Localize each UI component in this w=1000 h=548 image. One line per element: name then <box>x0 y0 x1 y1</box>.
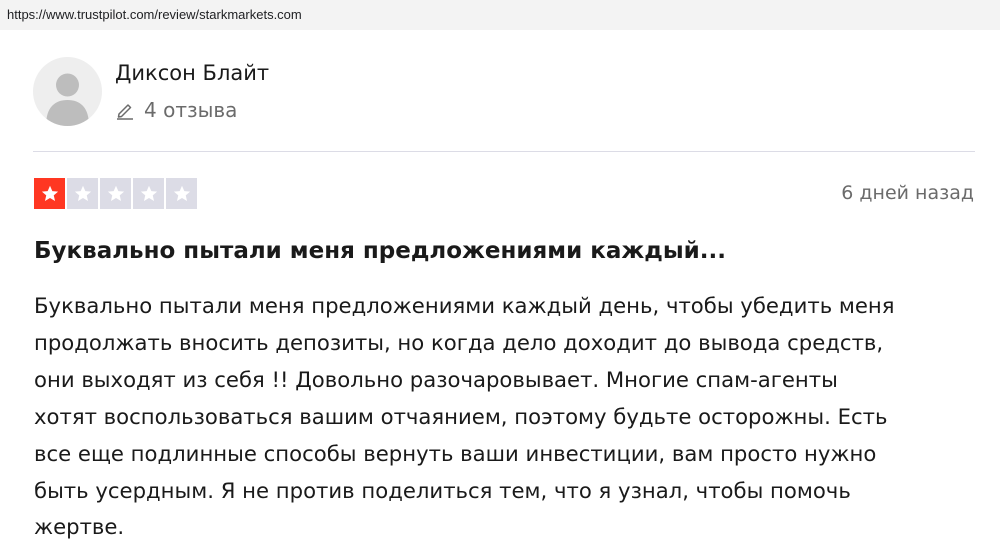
review-body-line: Буквально пытали меня предложениями кажд… <box>34 293 895 318</box>
review-body-line: все еще подлинные способы вернуть ваши и… <box>34 440 877 466</box>
star-icon <box>41 185 58 201</box>
review-body-line: они выходят из себя !! Довольно разочаро… <box>34 366 838 392</box>
url-text[interactable]: https://www.trustpilot.com/review/starkm… <box>7 7 302 22</box>
pencil-icon <box>115 100 135 120</box>
review-date: 6 дней назад <box>841 182 974 204</box>
star-empty <box>100 178 131 209</box>
divider <box>33 151 975 152</box>
star-empty <box>67 178 98 209</box>
reviewer-name[interactable]: Диксон Блайт <box>115 61 269 85</box>
star-icon <box>140 185 157 201</box>
review-body-line: быть усердным. Я не против поделиться те… <box>34 477 851 503</box>
star-rating <box>34 178 197 209</box>
star-empty <box>166 178 197 209</box>
star-icon <box>74 185 91 201</box>
review-body-line: жертве. <box>34 514 125 540</box>
star-icon <box>173 185 190 201</box>
review-count: 4 отзыва <box>144 98 238 122</box>
review-body-line: хотят воспользоваться вашим отчаянием, п… <box>34 403 888 429</box>
star-filled <box>34 178 65 209</box>
star-empty <box>133 178 164 209</box>
review-body-line: продолжать вносить депозиты, но когда де… <box>34 329 884 355</box>
avatar[interactable] <box>33 57 102 126</box>
address-bar[interactable]: https://www.trustpilot.com/review/starkm… <box>0 0 1000 30</box>
review-title[interactable]: Буквально пытали меня предложениями кажд… <box>34 238 726 264</box>
review-count-row: 4 отзыва <box>115 97 237 123</box>
user-silhouette-icon <box>46 73 89 126</box>
review-page: https://www.trustpilot.com/review/starkm… <box>0 0 1000 548</box>
star-icon <box>107 185 124 201</box>
review-body: Буквально пытали меня предложениями кажд… <box>34 288 979 546</box>
